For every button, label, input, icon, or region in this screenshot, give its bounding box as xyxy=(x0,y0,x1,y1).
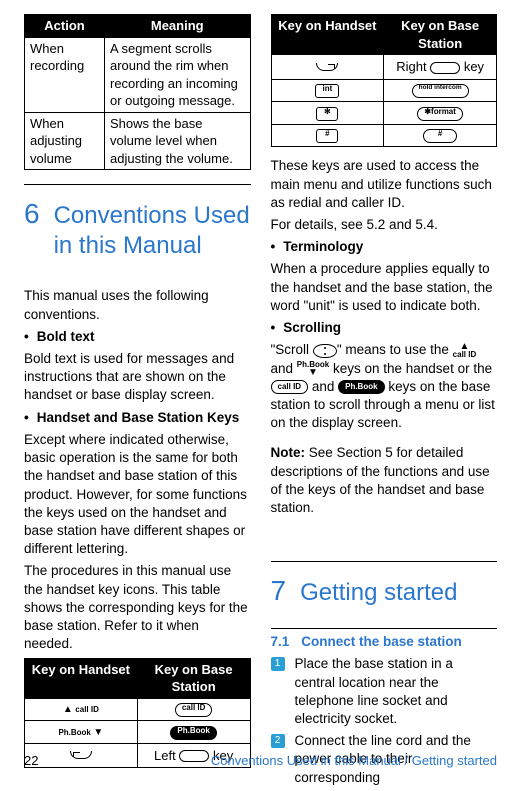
keys-body-2: The procedures in this manual use the ha… xyxy=(24,562,251,653)
th-base: Key on Base Station xyxy=(384,15,497,55)
th-handset: Key on Handset xyxy=(271,15,384,55)
bold-text-body: Bold text is used for messages and instr… xyxy=(24,350,251,405)
bullet-scrolling: Scrolling xyxy=(271,319,498,337)
action-meaning-table: Action Meaning When recording A segment … xyxy=(24,14,251,170)
section-number: 7 xyxy=(271,572,287,610)
details-ref-text: For details, see 5.2 and 5.4. xyxy=(271,216,498,234)
page-footer: 22 Conventions Used in this Manual / Get… xyxy=(24,752,497,770)
down-arrow-phbook-icon: Ph.Book ▼ xyxy=(58,729,103,737)
hash-abc-keycap-icon: # xyxy=(316,129,338,143)
th-meaning: Meaning xyxy=(104,15,250,38)
divider xyxy=(271,561,498,562)
right-softkey-icon xyxy=(316,63,338,71)
terminology-body: When a procedure applies equally to the … xyxy=(271,260,498,315)
format-keycap-icon: ✱format xyxy=(417,107,463,121)
star-keycap-icon: ✻ xyxy=(316,107,338,121)
table-row: int hold intercom xyxy=(271,79,497,102)
hash-keycap-icon: # xyxy=(423,129,457,143)
table-row: ✻ ✱format xyxy=(271,102,497,125)
up-arrow-callid-icon: ▲ call ID xyxy=(63,706,99,714)
phbook-keycap-icon: Ph.Book xyxy=(170,726,216,740)
table-row: # # xyxy=(271,124,497,147)
callid-keycap-icon: call ID xyxy=(271,380,309,394)
step-marker-icon: 2 xyxy=(271,734,285,748)
phbook-keycap-icon: Ph.Book xyxy=(338,380,384,394)
bullet-bold-text: Bold text xyxy=(24,328,251,346)
table-row: When recording A segment scrolls around … xyxy=(25,37,251,112)
step-marker-icon: 1 xyxy=(271,657,285,671)
hold-intercom-keycap-icon: hold intercom xyxy=(412,84,469,98)
key-mapping-table-right: Key on Handset Key on Base Station Right… xyxy=(271,14,498,147)
page-number: 22 xyxy=(24,752,38,770)
note: Note: See Section 5 for detailed descrip… xyxy=(271,444,498,517)
table-row: ▲ call ID call ID xyxy=(25,698,251,721)
down-arrow-phbook-icon: Ph.Book▼ xyxy=(297,361,329,377)
th-base: Key on Base Station xyxy=(137,658,250,698)
divider xyxy=(271,628,498,629)
breadcrumb: Conventions Used in this Manual / Gettin… xyxy=(211,752,497,770)
table-row: Right key xyxy=(271,55,497,80)
step-1: 1 Place the base station in a central lo… xyxy=(271,655,498,728)
section-title: Getting started xyxy=(300,578,457,608)
bullet-terminology: Terminology xyxy=(271,238,498,256)
int-keycap-icon: int xyxy=(315,84,339,98)
section-title: Conventions Used in this Manual xyxy=(54,201,251,261)
callid-keycap-icon: call ID xyxy=(175,703,213,717)
divider xyxy=(24,184,251,185)
section-7-heading: 7 Getting started xyxy=(271,572,498,610)
oval-key-icon xyxy=(430,62,460,74)
table-row: When adjusting volume Shows the base vol… xyxy=(25,112,251,170)
table-row: Ph.Book ▼ Ph.Book xyxy=(25,721,251,744)
subsection-7-1: 7.1 Connect the base station xyxy=(271,633,498,651)
keys-body: Except where indicated otherwise, basic … xyxy=(24,431,251,559)
th-action: Action xyxy=(25,15,105,38)
intro-text: This manual uses the following conventio… xyxy=(24,287,251,323)
scrolling-body: "Scroll " means to use the ▲call ID and … xyxy=(271,341,498,432)
th-handset: Key on Handset xyxy=(25,658,138,698)
section-6-heading: 6 Conventions Used in this Manual xyxy=(24,195,251,261)
nav-key-icon xyxy=(313,344,337,358)
up-arrow-callid-icon: ▲call ID xyxy=(453,343,477,359)
bullet-keys: Handset and Base Station Keys xyxy=(24,409,251,427)
section-number: 6 xyxy=(24,195,40,233)
keys-usage-text: These keys are used to access the main m… xyxy=(271,157,498,212)
